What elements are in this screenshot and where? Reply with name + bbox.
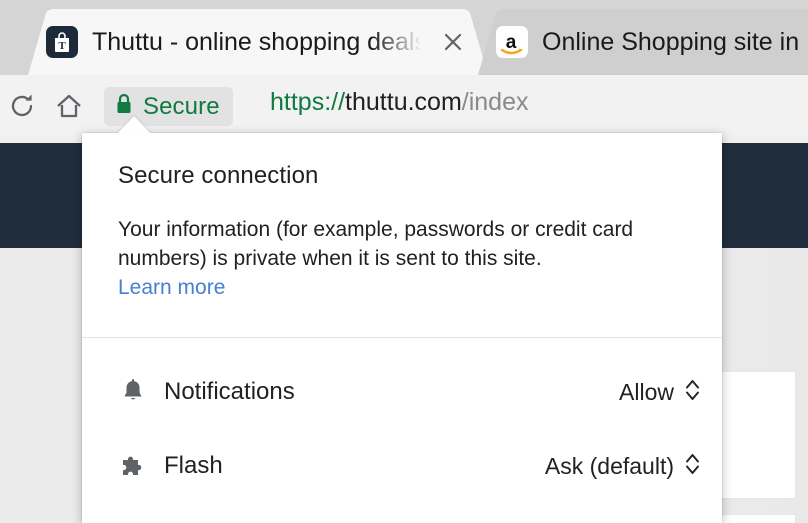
amazon-icon: a — [496, 26, 528, 58]
home-icon[interactable] — [51, 88, 87, 124]
permission-label: Flash — [164, 452, 223, 479]
tab-amazon[interactable]: a Online Shopping site in — [478, 9, 808, 75]
permission-label: Notifications — [164, 378, 295, 405]
tab-strip: T Thuttu - online shopping deals a Onlin… — [0, 0, 808, 75]
url-host: thuttu.com — [345, 88, 462, 116]
permission-select-notifications[interactable]: Allow — [619, 378, 700, 407]
svg-text:a: a — [506, 32, 517, 53]
permission-value: Ask (default) — [544, 452, 674, 479]
learn-more-link[interactable]: Learn more — [118, 276, 225, 300]
tab-close-button[interactable] — [440, 29, 466, 55]
popup-pointer — [117, 116, 151, 134]
permission-row-notifications[interactable]: Notifications Allow — [82, 355, 722, 429]
tab-title: Thuttu - online shopping deals — [92, 27, 420, 56]
popup-title: Secure connection — [118, 162, 319, 189]
permission-value: Allow — [619, 378, 674, 405]
puzzle-piece-icon — [118, 451, 148, 481]
url-scheme: https:// — [270, 88, 346, 116]
tab-title: Online Shopping site in — [542, 27, 800, 56]
popup-header: Secure connection Your information (for … — [82, 133, 722, 300]
reload-icon[interactable] — [4, 88, 40, 124]
security-chip-label: Secure — [143, 92, 220, 120]
browser-window: T Thuttu - online shopping deals a Onlin… — [0, 0, 808, 523]
permission-select-flash[interactable]: Ask (default) — [545, 452, 700, 481]
svg-text:T: T — [58, 40, 66, 52]
site-information-popup: Secure connection Your information (for … — [82, 133, 722, 523]
tab-thuttu[interactable]: T Thuttu - online shopping deals — [28, 9, 488, 75]
chevron-updown-icon — [685, 452, 700, 481]
popup-description: Your information (for example, passwords… — [118, 218, 634, 270]
thuttu-shopping-bag-icon: T — [46, 26, 78, 58]
url-path: /index — [461, 88, 529, 116]
permission-row-flash[interactable]: Flash Ask (default) — [82, 429, 722, 503]
url-bar[interactable]: https://thuttu.com/index — [270, 88, 529, 117]
bell-icon — [118, 377, 148, 407]
popup-divider — [82, 337, 722, 338]
chevron-updown-icon — [685, 378, 700, 407]
